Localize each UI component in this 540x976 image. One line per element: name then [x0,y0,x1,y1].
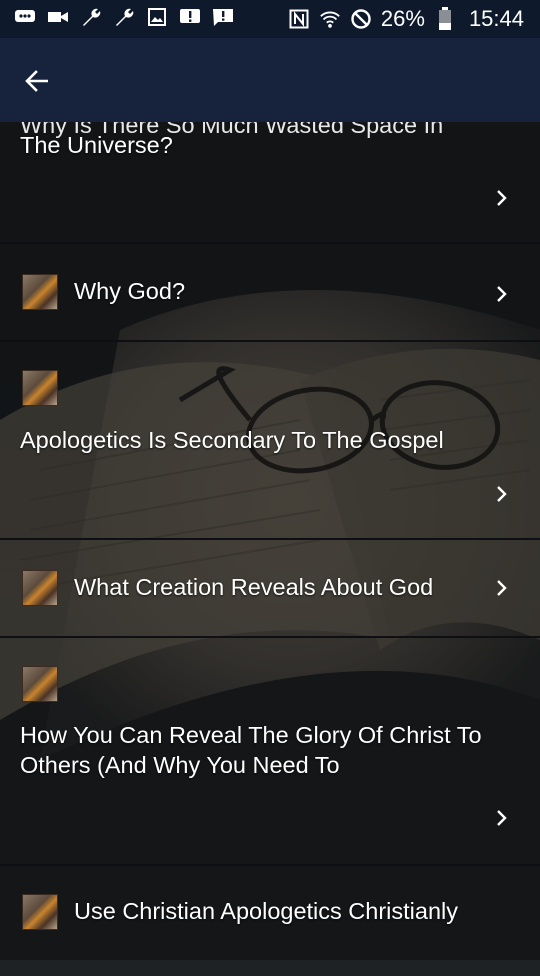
app-bar [0,38,540,122]
battery-percent: 26% [380,6,425,31]
do-not-disturb-icon [350,8,372,30]
list-item-title: Why God? [74,278,186,304]
alert-icon [179,6,201,28]
article-list: Why Is There So Much Wasted Space In The… [0,122,540,960]
chevron-right-icon [497,286,507,302]
list-item[interactable]: Why Is There So Much Wasted Space In The… [0,122,540,244]
list-item[interactable]: Apologetics Is Secondary To The Gospel [0,342,540,540]
list-item-title: What Creation Reveals About God [74,574,434,600]
book-thumbnail [22,274,58,310]
list-item-title: The Universe? [20,132,173,158]
list-item[interactable]: How You Can Reveal The Glory Of Christ T… [0,638,540,866]
book-thumbnail [22,370,58,406]
image-icon [146,6,168,28]
list-item[interactable]: What Creation Reveals About God [0,540,540,638]
list-item-title: Use Christian Apologetics Christianly [74,898,458,924]
book-thumbnail [22,570,58,606]
chevron-right-icon [497,580,507,596]
status-bar: 26% 15:44 [0,0,540,38]
nfc-icon [288,8,310,30]
list-item-title: Apologetics Is Secondary To The Gospel [20,427,444,453]
message-icon [14,6,36,28]
notification-icons [14,6,234,28]
video-icon [47,6,69,28]
list-item-title: How You Can Reveal The Glory Of Christ T… [20,722,482,778]
wifi-icon [319,8,341,30]
chevron-right-icon [497,486,507,502]
chevron-right-icon [497,810,507,826]
system-icons: 26% 15:44 [288,6,524,32]
battery-icon [434,7,456,30]
book-thumbnail [22,894,58,930]
list-item[interactable]: Why God? [0,244,540,342]
chevron-right-icon [497,190,507,206]
clock: 15:44 [468,6,524,31]
wrench-icon [113,6,135,28]
alert-message-icon [212,6,234,28]
arrow-left-icon[interactable] [22,66,52,96]
wrench-icon [80,6,102,28]
book-thumbnail [22,666,58,702]
